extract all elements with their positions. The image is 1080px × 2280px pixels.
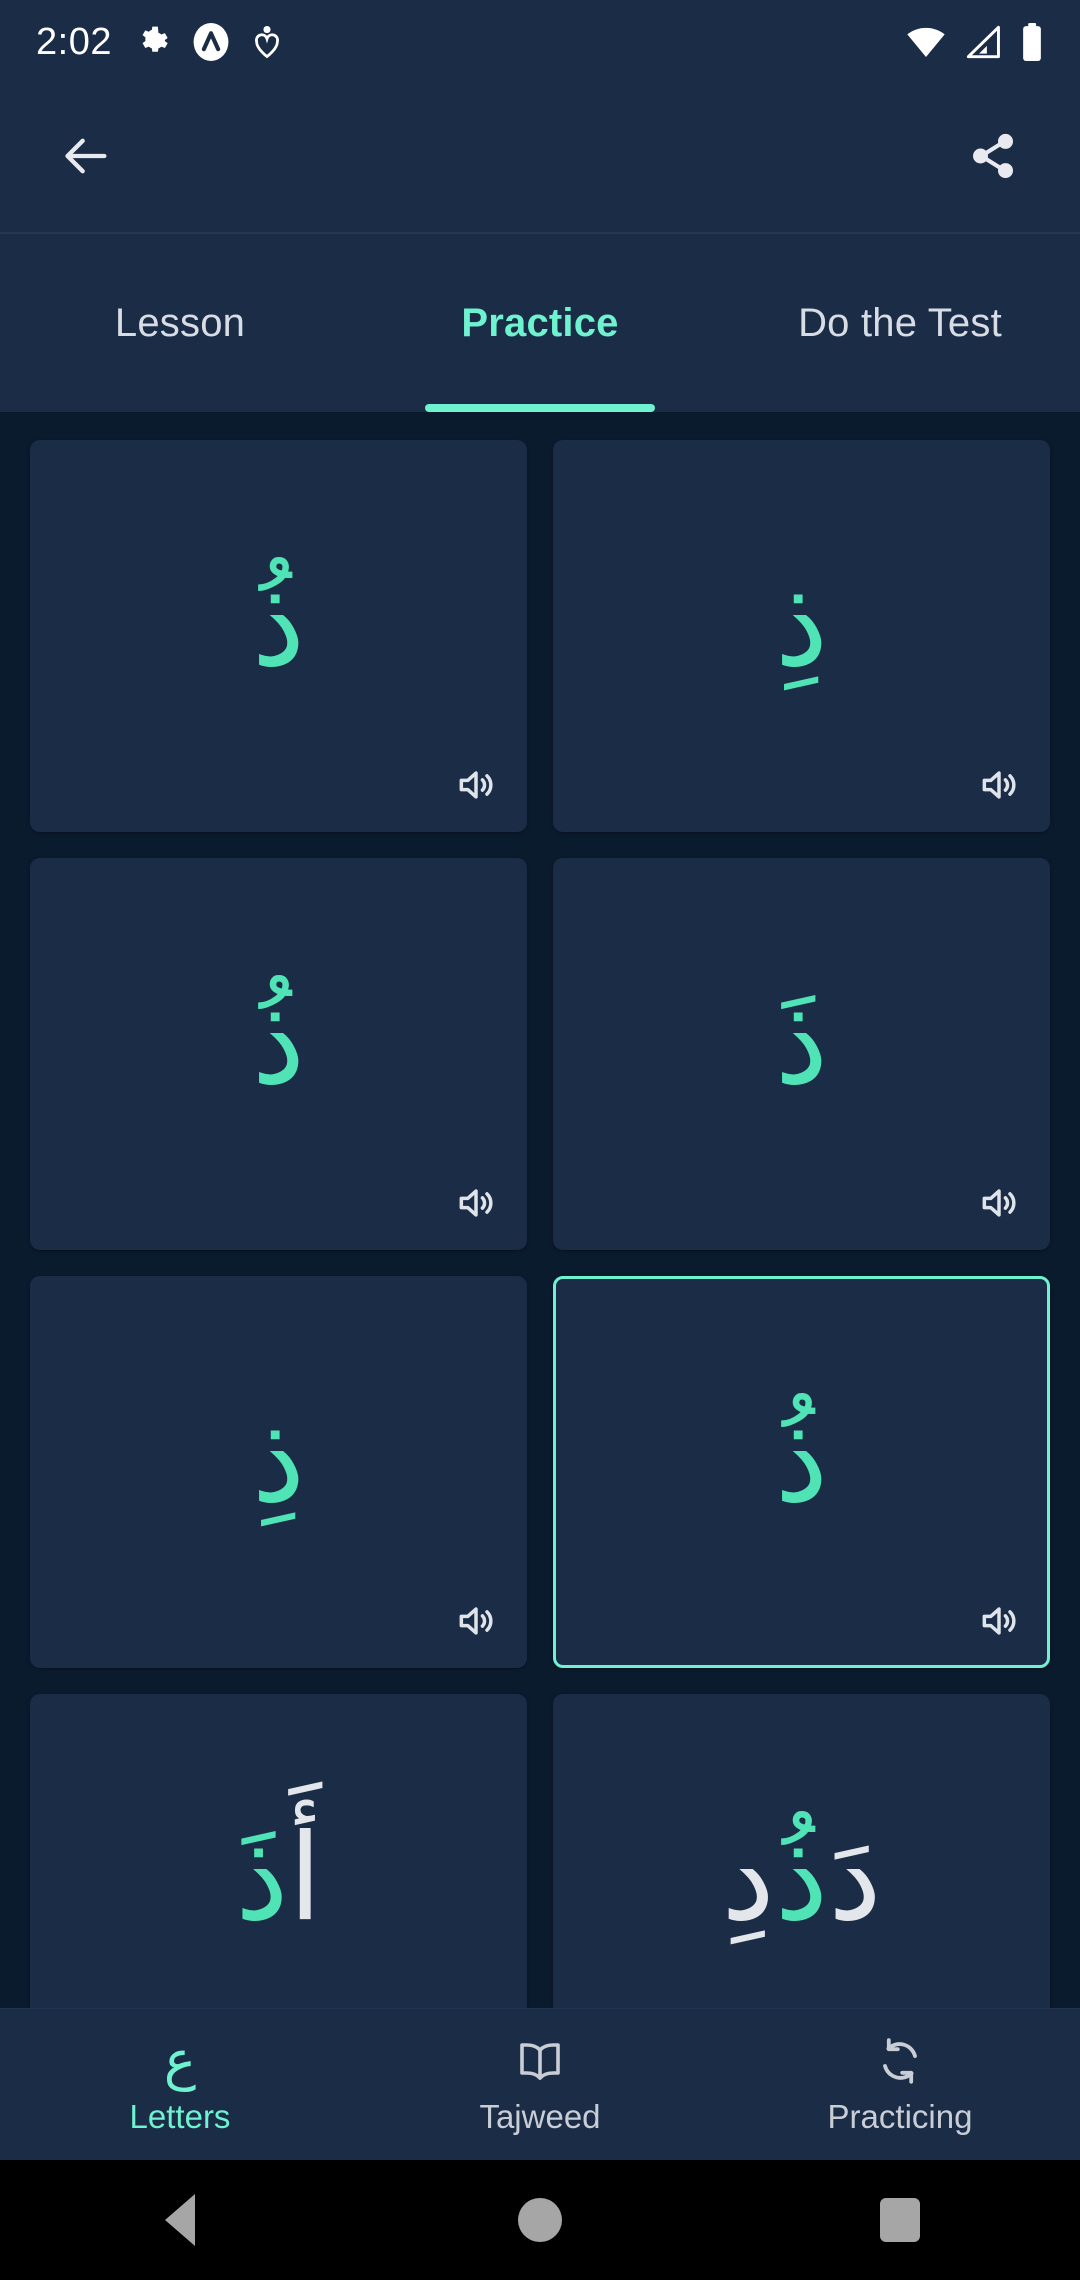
open-book-icon xyxy=(515,2034,565,2088)
practice-card-glyph: دَذُدِ xyxy=(721,1809,882,1948)
app-badge-icon xyxy=(192,23,230,61)
practice-card-glyph: ذَ xyxy=(774,973,829,1112)
status-bar: 2:02 xyxy=(0,0,1080,84)
speaker-icon[interactable] xyxy=(977,1181,1021,1225)
practice-card[interactable]: ذُ xyxy=(553,1276,1050,1668)
android-home-icon xyxy=(518,2198,562,2242)
nav-item-tajweed[interactable]: Tajweed xyxy=(360,2034,720,2136)
android-recents-icon xyxy=(880,2198,920,2242)
speaker-icon[interactable] xyxy=(977,1599,1021,1643)
share-icon xyxy=(968,131,1018,186)
status-bar-right xyxy=(906,23,1044,61)
practice-card[interactable]: ذِ xyxy=(30,1276,527,1668)
heart-person-icon xyxy=(252,24,282,60)
practice-card[interactable]: ذَ xyxy=(553,858,1050,1250)
tab-lesson[interactable]: Lesson xyxy=(0,234,360,412)
speaker-icon[interactable] xyxy=(977,763,1021,807)
android-recents-button[interactable] xyxy=(840,2160,960,2280)
android-home-button[interactable] xyxy=(480,2160,600,2280)
practice-card[interactable]: ذُ xyxy=(30,858,527,1250)
wifi-icon xyxy=(906,25,946,59)
practice-grid: ذُ ذِ ذُ ذَ ذِ ذُ أَذَ دَذُدِ xyxy=(0,412,1080,2114)
practice-grid-scroll[interactable]: ذُ ذِ ذُ ذَ ذِ ذُ أَذَ دَذُدِ xyxy=(0,412,1080,2128)
practice-card-glyph: ذِ xyxy=(251,1391,306,1530)
practice-card-glyph: ذِ xyxy=(774,555,829,694)
app-bar xyxy=(0,84,1080,234)
nav-item-practicing[interactable]: Practicing xyxy=(720,2034,1080,2136)
bottom-navigation: ع Letters Tajweed Practicing xyxy=(0,2008,1080,2160)
nav-label-letters: Letters xyxy=(129,2097,231,2135)
android-back-button[interactable] xyxy=(120,2160,240,2280)
status-bar-left: 2:02 xyxy=(36,21,282,64)
gear-icon xyxy=(134,24,170,60)
nav-label-tajweed: Tajweed xyxy=(479,2097,601,2135)
sync-refresh-icon xyxy=(876,2034,924,2088)
practice-card-glyph: ذُ xyxy=(251,555,306,694)
lesson-tabs: Lesson Practice Do the Test xyxy=(0,234,1080,412)
back-button[interactable] xyxy=(48,119,126,197)
speaker-icon[interactable] xyxy=(454,763,498,807)
practice-card-glyph: ذُ xyxy=(251,973,306,1112)
share-button[interactable] xyxy=(954,119,1032,197)
nav-item-letters[interactable]: ع Letters xyxy=(0,2028,360,2136)
tab-practice[interactable]: Practice xyxy=(360,234,720,412)
back-arrow-icon xyxy=(61,130,113,187)
practice-card-glyph: أَذَ xyxy=(235,1809,322,1948)
tab-do-the-test[interactable]: Do the Test xyxy=(720,234,1080,412)
arabic-ain-icon: ع xyxy=(163,2028,197,2092)
practice-card[interactable]: ذِ xyxy=(553,440,1050,832)
practice-card[interactable]: ذُ xyxy=(30,440,527,832)
status-bar-clock: 2:02 xyxy=(36,20,112,63)
android-navigation-bar xyxy=(0,2160,1080,2280)
speaker-icon[interactable] xyxy=(454,1599,498,1643)
app-screen: 2:02 Lesson Practice Do the Test ذُ ذِ ذ… xyxy=(0,0,1080,2280)
practice-card-glyph: ذُ xyxy=(774,1391,829,1530)
cellular-no-signal-icon xyxy=(964,25,1002,59)
battery-full-icon xyxy=(1020,23,1044,61)
android-back-icon xyxy=(165,2194,195,2246)
speaker-icon[interactable] xyxy=(454,1181,498,1225)
nav-label-practicing: Practicing xyxy=(827,2097,973,2135)
